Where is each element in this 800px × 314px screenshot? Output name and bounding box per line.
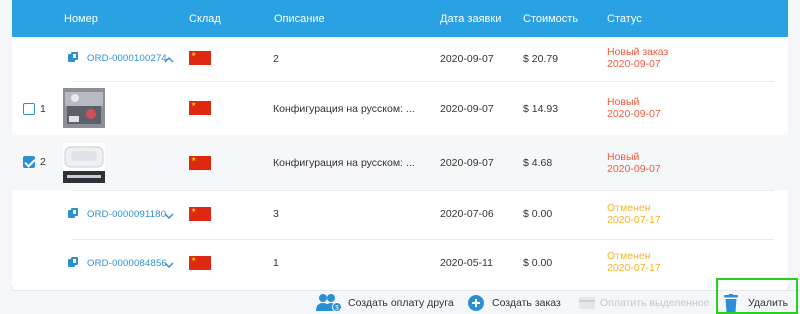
order-date: 2020-05-11	[440, 257, 493, 269]
plus-circle-icon	[468, 295, 484, 311]
order-cost: $ 20.79	[523, 53, 559, 65]
status-text: Отменен	[607, 202, 651, 214]
delete-highlight	[716, 278, 798, 314]
status-badge: Новый 2020-09-07	[607, 151, 661, 175]
header-status: Статус	[607, 13, 642, 25]
status-badge: Отменен 2020-07-17	[607, 202, 661, 226]
china-flag-icon: ★	[189, 101, 211, 115]
status-badge: Новый 2020-09-07	[607, 96, 661, 120]
product-thumbnail[interactable]	[63, 143, 105, 183]
pay-selected-button[interactable]: Оплатить выделенное	[578, 291, 709, 314]
header-warehouse: Склад	[189, 13, 221, 25]
status-date: 2020-07-17	[607, 262, 661, 274]
table-header: Номер Склад Описание Дата заявки Стоимос…	[12, 0, 788, 37]
create-friend-payment-label: Создать оплату друга	[348, 297, 454, 309]
order-cost: $ 0.00	[523, 257, 553, 269]
status-date: 2020-09-07	[607, 163, 661, 175]
header-cost: Стоимость	[523, 13, 579, 25]
document-copy-icon	[68, 52, 78, 62]
china-flag-icon: ★	[189, 207, 211, 221]
item-date: 2020-09-07	[440, 157, 494, 169]
china-flag-icon: ★	[189, 156, 211, 170]
chevron-down-icon[interactable]	[164, 260, 174, 270]
create-order-label: Создать заказ	[492, 297, 561, 309]
description: 1	[273, 257, 279, 269]
order-number-link[interactable]: ORD-0000084856	[87, 258, 167, 269]
document-copy-icon	[68, 208, 78, 218]
order-date: 2020-09-07	[440, 53, 494, 65]
item-row[interactable]: 1 ★ Конфигурация на русском: ... 2020-09…	[12, 82, 788, 135]
document-copy-icon	[68, 257, 78, 267]
item-cost: $ 14.93	[523, 103, 559, 115]
status-badge: Новый заказ 2020-09-07	[607, 46, 668, 70]
status-text: Новый заказ	[607, 46, 669, 58]
status-text: Новый	[607, 96, 640, 108]
item-description: Конфигурация на русском: ...	[273, 103, 415, 115]
item-checkbox[interactable]	[23, 156, 35, 168]
order-date: 2020-07-06	[440, 208, 494, 220]
users-dollar-icon: $	[316, 294, 342, 312]
chevron-down-icon[interactable]	[164, 211, 174, 221]
header-number: Номер	[64, 13, 98, 25]
item-checkbox[interactable]	[23, 103, 35, 115]
item-index: 2	[40, 156, 46, 168]
order-row[interactable]: ORD-0000091180 ★ 3 2020-07-06 $ 0.00 Отм…	[12, 191, 788, 239]
card-icon	[579, 297, 595, 309]
order-row[interactable]: ORD-0000100274 ★ 2 2020-09-07 $ 20.79 Но…	[12, 37, 788, 81]
order-number-link[interactable]: ORD-0000100274	[87, 53, 167, 64]
create-friend-payment-button[interactable]: $ Создать оплату друга	[316, 291, 454, 314]
item-date: 2020-09-07	[440, 103, 494, 115]
china-flag-icon: ★	[189, 256, 211, 270]
product-thumbnail[interactable]	[63, 88, 105, 128]
status-text: Новый	[607, 151, 640, 163]
description: 3	[273, 208, 279, 220]
order-number-link[interactable]: ORD-0000091180	[87, 209, 166, 220]
order-cost: $ 0.00	[523, 208, 553, 220]
header-date: Дата заявки	[440, 13, 502, 25]
header-description: Описание	[274, 13, 325, 25]
china-flag-icon: ★	[189, 51, 211, 65]
create-order-button[interactable]: Создать заказ	[467, 291, 561, 314]
status-date: 2020-09-07	[607, 108, 661, 120]
chevron-up-icon[interactable]	[164, 55, 174, 65]
order-row[interactable]: ORD-0000084856 ★ 1 2020-05-11 $ 0.00 Отм…	[12, 240, 788, 286]
status-date: 2020-09-07	[607, 58, 661, 70]
action-bar: $ Создать оплату друга Создать заказ Опл…	[12, 290, 800, 314]
item-row[interactable]: 2 ★ Конфигурация на русском: ... 2020-09…	[12, 135, 788, 190]
item-index: 1	[40, 103, 46, 115]
status-date: 2020-07-17	[607, 214, 661, 226]
item-description: Конфигурация на русском: ...	[273, 157, 415, 169]
pay-selected-label: Оплатить выделенное	[600, 297, 710, 309]
status-badge: Отменен 2020-07-17	[607, 250, 661, 274]
item-cost: $ 4.68	[523, 157, 553, 169]
description: 2	[273, 53, 279, 65]
status-text: Отменен	[607, 250, 651, 262]
